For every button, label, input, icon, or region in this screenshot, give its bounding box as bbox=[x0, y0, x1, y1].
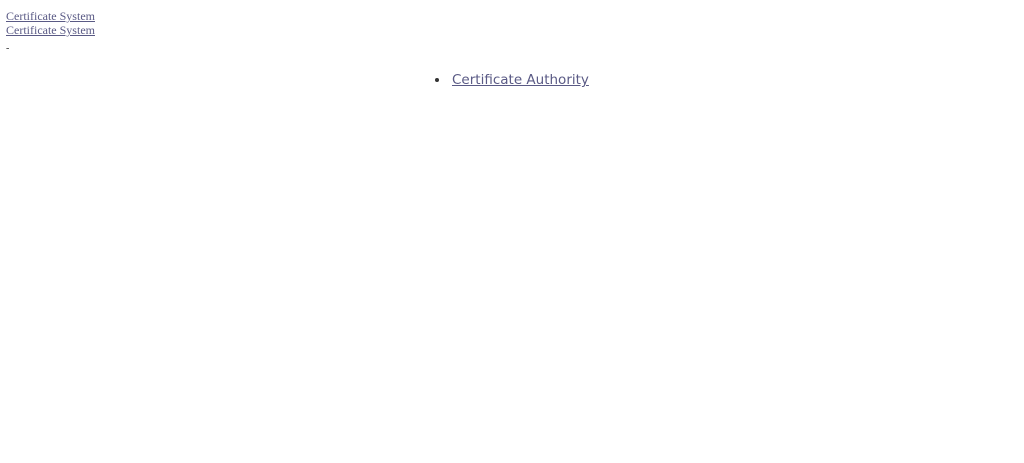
header: Certificate System Certificate System bbox=[6, 5, 95, 37]
bullet-icon bbox=[435, 78, 439, 82]
site-title-link[interactable]: Certificate System bbox=[6, 23, 95, 37]
service-list: Certificate Authority bbox=[435, 70, 589, 90]
list-item: Certificate Authority bbox=[435, 70, 589, 90]
logo-link[interactable]: Certificate System bbox=[6, 9, 95, 23]
separator-text: - bbox=[6, 43, 10, 54]
certificate-authority-link[interactable]: Certificate Authority bbox=[452, 70, 589, 90]
logo-alt-text: Certificate System bbox=[6, 9, 95, 23]
